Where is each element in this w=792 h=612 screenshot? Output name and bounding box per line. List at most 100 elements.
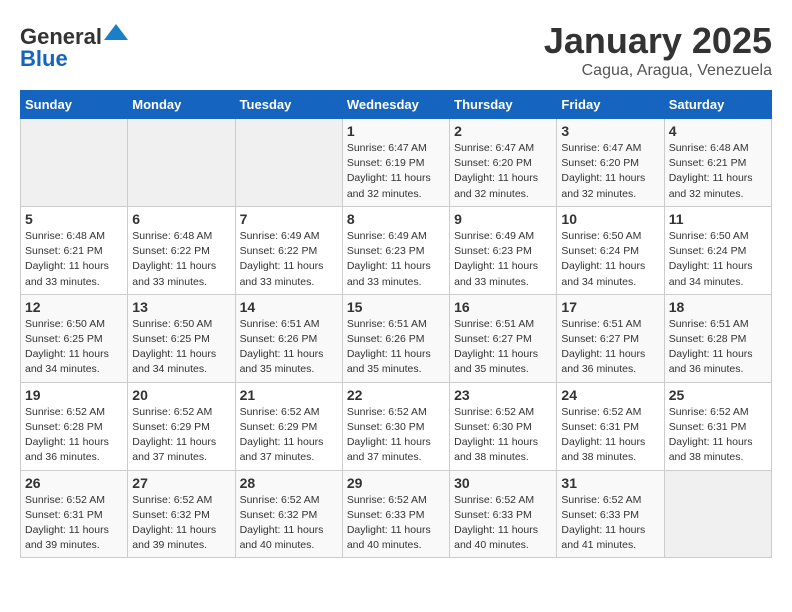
day-number: 9 (454, 211, 552, 227)
day-number: 3 (561, 123, 659, 139)
day-info: Sunrise: 6:48 AM Sunset: 6:21 PM Dayligh… (669, 141, 767, 202)
day-info: Sunrise: 6:52 AM Sunset: 6:30 PM Dayligh… (347, 405, 445, 466)
day-number: 12 (25, 299, 123, 315)
calendar-cell: 9 Sunrise: 6:49 AM Sunset: 6:23 PM Daylig… (450, 206, 557, 294)
calendar-cell: 17Sunrise: 6:51 AM Sunset: 6:27 PM Dayli… (557, 294, 664, 382)
month-title: January 2025 (544, 20, 772, 62)
day-info: Sunrise: 6:52 AM Sunset: 6:31 PM Dayligh… (669, 405, 767, 466)
calendar-cell: 26 Sunrise: 6:52 AM Sunset: 6:31 PM Dayli… (21, 470, 128, 558)
calendar-cell: 29Sunrise: 6:52 AM Sunset: 6:33 PM Dayli… (342, 470, 449, 558)
day-info: Sunrise: 6:48 AM Sunset: 6:21 PM Dayligh… (25, 229, 123, 290)
calendar-cell: 21Sunrise: 6:52 AM Sunset: 6:29 PM Dayli… (235, 382, 342, 470)
day-info: Sunrise: 6:52 AM Sunset: 6:30 PM Dayligh… (454, 405, 552, 466)
day-number: 10 (561, 211, 659, 227)
day-info: Sunrise: 6:49 AM Sunset: 6:22 PM Dayligh… (240, 229, 338, 290)
day-info: Sunrise: 6:51 AM Sunset: 6:27 PM Dayligh… (454, 317, 552, 378)
weekday-header: Saturday (664, 91, 771, 119)
day-number: 26 (25, 475, 123, 491)
day-info: Sunrise: 6:49 AM Sunset: 6:23 PM Dayligh… (454, 229, 552, 290)
calendar-cell: 19 Sunrise: 6:52 AM Sunset: 6:28 PM Dayli… (21, 382, 128, 470)
day-number: 16 (454, 299, 552, 315)
calendar-week-row: 19 Sunrise: 6:52 AM Sunset: 6:28 PM Dayli… (21, 382, 772, 470)
day-number: 6 (132, 211, 230, 227)
calendar-cell: 24 Sunrise: 6:52 AM Sunset: 6:31 PM Dayli… (557, 382, 664, 470)
day-number: 11 (669, 211, 767, 227)
calendar-cell: 2 Sunrise: 6:47 AM Sunset: 6:20 PM Daylig… (450, 119, 557, 207)
day-number: 27 (132, 475, 230, 491)
calendar-week-row: 1Sunrise: 6:47 AM Sunset: 6:19 PM Daylig… (21, 119, 772, 207)
day-number: 15 (347, 299, 445, 315)
calendar-table: SundayMondayTuesdayWednesdayThursdayFrid… (20, 90, 772, 558)
calendar-cell: 6Sunrise: 6:48 AM Sunset: 6:22 PM Daylig… (128, 206, 235, 294)
calendar-cell: 10 Sunrise: 6:50 AM Sunset: 6:24 PM Dayli… (557, 206, 664, 294)
day-number: 18 (669, 299, 767, 315)
day-info: Sunrise: 6:52 AM Sunset: 6:32 PM Dayligh… (132, 493, 230, 554)
day-info: Sunrise: 6:52 AM Sunset: 6:33 PM Dayligh… (561, 493, 659, 554)
day-number: 14 (240, 299, 338, 315)
page-header: General Blue January 2025 Cagua, Aragua,… (20, 20, 772, 80)
calendar-cell: 7 Sunrise: 6:49 AM Sunset: 6:22 PM Daylig… (235, 206, 342, 294)
weekday-header: Sunday (21, 91, 128, 119)
calendar-cell: 27 Sunrise: 6:52 AM Sunset: 6:32 PM Dayli… (128, 470, 235, 558)
calendar-cell: 22Sunrise: 6:52 AM Sunset: 6:30 PM Dayli… (342, 382, 449, 470)
day-info: Sunrise: 6:52 AM Sunset: 6:29 PM Dayligh… (132, 405, 230, 466)
calendar-header-row: SundayMondayTuesdayWednesdayThursdayFrid… (21, 91, 772, 119)
calendar-cell: 25 Sunrise: 6:52 AM Sunset: 6:31 PM Dayli… (664, 382, 771, 470)
calendar-cell: 23 Sunrise: 6:52 AM Sunset: 6:30 PM Dayli… (450, 382, 557, 470)
calendar-cell: 28Sunrise: 6:52 AM Sunset: 6:32 PM Dayli… (235, 470, 342, 558)
day-number: 2 (454, 123, 552, 139)
day-info: Sunrise: 6:47 AM Sunset: 6:20 PM Dayligh… (454, 141, 552, 202)
day-info: Sunrise: 6:52 AM Sunset: 6:31 PM Dayligh… (561, 405, 659, 466)
day-number: 28 (240, 475, 338, 491)
day-number: 25 (669, 387, 767, 403)
day-info: Sunrise: 6:51 AM Sunset: 6:28 PM Dayligh… (669, 317, 767, 378)
day-info: Sunrise: 6:50 AM Sunset: 6:24 PM Dayligh… (561, 229, 659, 290)
day-number: 13 (132, 299, 230, 315)
location-text: Cagua, Aragua, Venezuela (544, 62, 772, 80)
calendar-cell: 20 Sunrise: 6:52 AM Sunset: 6:29 PM Dayli… (128, 382, 235, 470)
day-number: 24 (561, 387, 659, 403)
day-number: 23 (454, 387, 552, 403)
calendar-cell: 13 Sunrise: 6:50 AM Sunset: 6:25 PM Dayli… (128, 294, 235, 382)
day-number: 31 (561, 475, 659, 491)
day-info: Sunrise: 6:50 AM Sunset: 6:25 PM Dayligh… (132, 317, 230, 378)
day-info: Sunrise: 6:52 AM Sunset: 6:33 PM Dayligh… (347, 493, 445, 554)
calendar-cell: 12Sunrise: 6:50 AM Sunset: 6:25 PM Dayli… (21, 294, 128, 382)
day-number: 20 (132, 387, 230, 403)
calendar-cell: 30Sunrise: 6:52 AM Sunset: 6:33 PM Dayli… (450, 470, 557, 558)
weekday-header: Wednesday (342, 91, 449, 119)
calendar-cell: 4 Sunrise: 6:48 AM Sunset: 6:21 PM Daylig… (664, 119, 771, 207)
calendar-cell (128, 119, 235, 207)
weekday-header: Thursday (450, 91, 557, 119)
calendar-cell: 15 Sunrise: 6:51 AM Sunset: 6:26 PM Dayli… (342, 294, 449, 382)
calendar-cell: 18 Sunrise: 6:51 AM Sunset: 6:28 PM Dayli… (664, 294, 771, 382)
day-info: Sunrise: 6:49 AM Sunset: 6:23 PM Dayligh… (347, 229, 445, 290)
calendar-cell: 1Sunrise: 6:47 AM Sunset: 6:19 PM Daylig… (342, 119, 449, 207)
logo: General Blue (20, 20, 128, 70)
day-number: 21 (240, 387, 338, 403)
day-info: Sunrise: 6:50 AM Sunset: 6:24 PM Dayligh… (669, 229, 767, 290)
day-info: Sunrise: 6:51 AM Sunset: 6:26 PM Dayligh… (347, 317, 445, 378)
calendar-cell: 11 Sunrise: 6:50 AM Sunset: 6:24 PM Dayli… (664, 206, 771, 294)
calendar-cell: 3Sunrise: 6:47 AM Sunset: 6:20 PM Daylig… (557, 119, 664, 207)
calendar-week-row: 12 Sunrise: 6:50 AM Sunset: 6:25 PM Dayli… (21, 294, 772, 382)
day-info: Sunrise: 6:52 AM Sunset: 6:28 PM Dayligh… (25, 405, 123, 466)
calendar-cell: 31 Sunrise: 6:52 AM Sunset: 6:33 PM Dayli… (557, 470, 664, 558)
logo-blue-text: Blue (20, 46, 68, 71)
calendar-week-row: 26 Sunrise: 6:52 AM Sunset: 6:31 PM Dayli… (21, 470, 772, 558)
weekday-header: Friday (557, 91, 664, 119)
day-number: 1 (347, 123, 445, 139)
day-number: 4 (669, 123, 767, 139)
day-info: Sunrise: 6:52 AM Sunset: 6:33 PM Dayligh… (454, 493, 552, 554)
day-info: Sunrise: 6:52 AM Sunset: 6:31 PM Dayligh… (25, 493, 123, 554)
title-block: January 2025 Cagua, Aragua, Venezuela (544, 20, 772, 80)
day-number: 7 (240, 211, 338, 227)
day-info: Sunrise: 6:51 AM Sunset: 6:26 PM Dayligh… (240, 317, 338, 378)
calendar-cell: 8Sunrise: 6:49 AM Sunset: 6:23 PM Daylig… (342, 206, 449, 294)
calendar-cell: 5Sunrise: 6:48 AM Sunset: 6:21 PM Daylig… (21, 206, 128, 294)
calendar-cell: 14 Sunrise: 6:51 AM Sunset: 6:26 PM Dayli… (235, 294, 342, 382)
day-number: 19 (25, 387, 123, 403)
logo-icon (104, 20, 128, 44)
weekday-header: Tuesday (235, 91, 342, 119)
calendar-cell (235, 119, 342, 207)
